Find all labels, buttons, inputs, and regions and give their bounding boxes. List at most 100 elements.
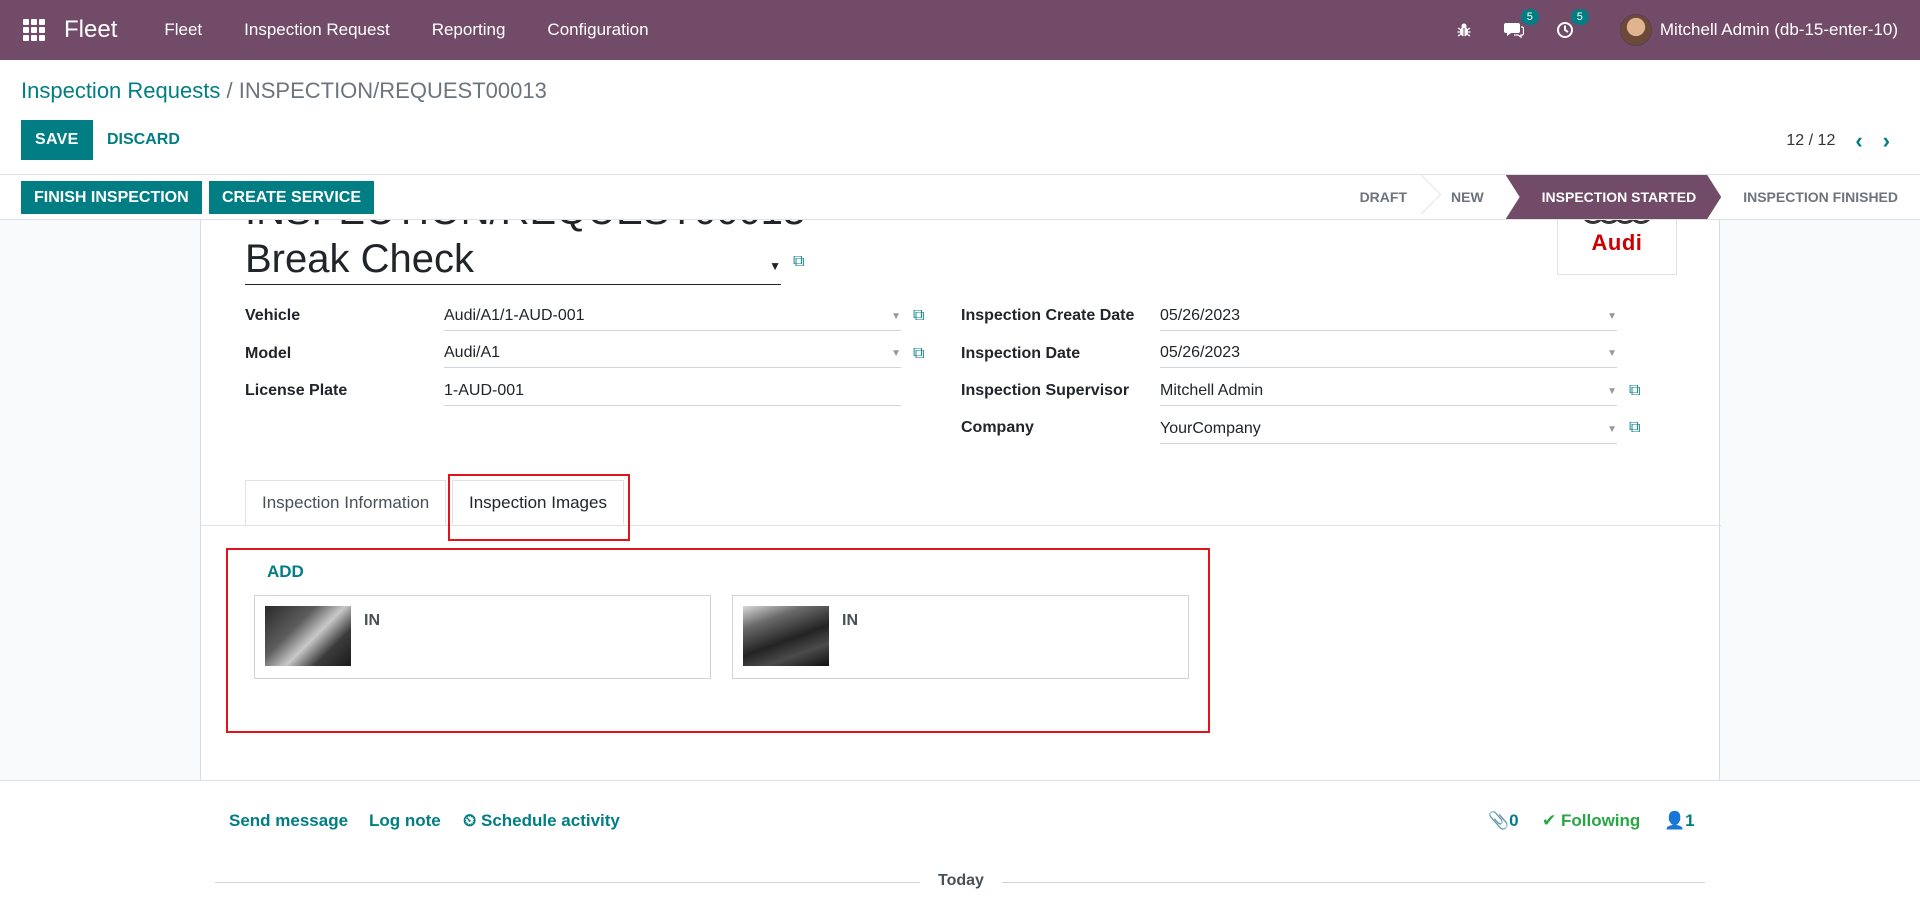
model-external-link-icon[interactable]: ⧉ — [913, 345, 924, 363]
chatter: Send message Log note ⏲ Schedule activit… — [0, 780, 1920, 897]
model-value: Audi/A1 — [444, 344, 501, 361]
log-note-button[interactable]: Log note — [369, 811, 441, 831]
model-field[interactable]: Audi/A1 ▼ — [444, 340, 901, 368]
app-grid-icon[interactable] — [22, 18, 46, 42]
inspection-create-date-label: Inspection Create Date — [961, 307, 1135, 324]
save-button[interactable]: SAVE — [21, 120, 93, 160]
tabs-divider — [201, 525, 1721, 526]
avatar — [1619, 14, 1652, 46]
send-message-button[interactable]: Send message — [229, 811, 348, 831]
messages-icon[interactable]: 5 — [1503, 9, 1539, 39]
vehicle-field[interactable]: Audi/A1/1-AUD-001 ▼ — [444, 303, 901, 331]
supervisor-external-link-icon[interactable]: ⧉ — [1629, 382, 1640, 400]
stage-draft[interactable]: DRAFT — [1338, 175, 1429, 219]
chevron-down-icon[interactable]: ▼ — [1607, 311, 1617, 322]
add-image-button[interactable]: ADD — [267, 562, 304, 582]
breadcrumb-parent[interactable]: Inspection Requests — [21, 78, 220, 103]
menu-reporting[interactable]: Reporting — [411, 20, 527, 40]
logo-text: Audi — [1591, 230, 1643, 255]
user-menu[interactable]: Mitchell Admin (db-15-enter-10) — [1619, 14, 1898, 46]
image-card[interactable]: IN — [732, 595, 1189, 679]
schedule-activity-label: Schedule activity — [481, 811, 620, 830]
image-thumbnail — [265, 606, 351, 666]
inspection-date-value: 05/26/2023 — [1160, 344, 1241, 361]
license-plate-value: 1-AUD-001 — [444, 382, 525, 399]
stage-inspection-finished[interactable]: INSPECTION FINISHED — [1721, 175, 1920, 219]
company-external-link-icon[interactable]: ⧉ — [1629, 419, 1640, 437]
vehicle-logo-image[interactable]: Audi — [1557, 220, 1677, 275]
attachments-button[interactable]: 📎0 — [1488, 811, 1519, 831]
main-menu: Fleet Inspection Request Reporting Confi… — [143, 20, 669, 40]
license-plate-field[interactable]: 1-AUD-001 — [444, 378, 901, 406]
chevron-down-icon[interactable]: ▼ — [1607, 424, 1617, 435]
vehicle-external-link-icon[interactable]: ⧉ — [913, 307, 924, 325]
inspection-date-label: Inspection Date — [961, 345, 1081, 362]
messages-badge: 5 — [1520, 9, 1539, 25]
schedule-activity-button[interactable]: ⏲ Schedule activity — [463, 811, 620, 831]
chevron-down-icon[interactable]: ▼ — [891, 311, 901, 322]
inspection-name-value: Break Check — [245, 237, 474, 281]
stage-inspection-started[interactable]: INSPECTION STARTED — [1506, 175, 1722, 219]
today-label: Today — [920, 872, 1002, 890]
inspection-supervisor-field[interactable]: Mitchell Admin ▼ — [1160, 378, 1617, 406]
following-label: Following — [1560, 811, 1641, 830]
user-icon: 👤 — [1664, 811, 1686, 830]
finish-inspection-button[interactable]: FINISH INSPECTION — [21, 181, 202, 214]
chevron-down-icon[interactable]: ▼ — [1607, 348, 1617, 359]
license-plate-label: License Plate — [245, 382, 348, 399]
chevron-down-icon[interactable]: ▼ — [1607, 386, 1617, 397]
pager-previous-icon[interactable]: ‹ — [1855, 130, 1862, 152]
top-navbar: Fleet Fleet Inspection Request Reporting… — [0, 0, 1920, 60]
image-thumbnail — [743, 606, 829, 666]
image-card[interactable]: IN — [254, 595, 711, 679]
company-label: Company — [961, 419, 1034, 436]
inspection-supervisor-label: Inspection Supervisor — [961, 382, 1130, 399]
breadcrumb-current: INSPECTION/REQUEST00013 — [238, 78, 547, 103]
chevron-down-icon[interactable]: ▼ — [891, 348, 901, 359]
discard-button[interactable]: DISCARD — [95, 120, 192, 160]
debug-bug-icon[interactable] — [1456, 22, 1472, 38]
followers-button[interactable]: 👤1 — [1664, 811, 1695, 831]
following-button[interactable]: ✔ Following — [1542, 811, 1640, 831]
paperclip-icon: 📎 — [1488, 811, 1510, 830]
model-label: Model — [245, 345, 292, 362]
image-label: IN — [364, 612, 380, 629]
image-label: IN — [842, 612, 858, 629]
attachments-count: 0 — [1509, 811, 1519, 830]
external-link-icon[interactable]: ⧉ — [793, 253, 804, 271]
app-brand[interactable]: Fleet — [64, 16, 117, 44]
checkmark-icon: ✔ — [1542, 811, 1557, 830]
tab-inspection-information[interactable]: Inspection Information — [245, 480, 447, 525]
form-sheet: INSPECTION/REQUEST00013 Break Check ▼ ⧉ … — [200, 220, 1721, 780]
vehicle-label: Vehicle — [245, 307, 301, 324]
inspection-supervisor-value: Mitchell Admin — [1160, 382, 1264, 399]
inspection-create-date-value: 05/26/2023 — [1160, 307, 1241, 324]
vehicle-value: Audi/A1/1-AUD-001 — [444, 307, 585, 324]
systray: 5 5 Mitchell Admin (db-15-enter-10) — [1440, 0, 1898, 60]
dropdown-caret-icon[interactable]: ▼ — [769, 259, 781, 273]
create-service-button[interactable]: CREATE SERVICE — [209, 181, 374, 214]
clock-icon: ⏲ — [463, 811, 477, 830]
breadcrumb: Inspection Requests / INSPECTION/REQUEST… — [21, 78, 547, 104]
activities-badge: 5 — [1570, 9, 1589, 25]
breadcrumb-separator: / — [226, 78, 233, 103]
tab-inspection-images[interactable]: Inspection Images — [452, 480, 624, 525]
menu-configuration[interactable]: Configuration — [526, 20, 669, 40]
inspection-name-field[interactable]: Break Check ▼ — [245, 237, 781, 285]
activity-clock-icon[interactable]: 5 — [1556, 9, 1589, 39]
company-value: YourCompany — [1160, 420, 1261, 437]
status-bar: FINISH INSPECTION CREATE SERVICE DRAFT N… — [0, 174, 1920, 220]
inspection-create-date-field[interactable]: 05/26/2023 ▼ — [1160, 303, 1617, 331]
form-content: INSPECTION/REQUEST00013 Break Check ▼ ⧉ … — [0, 220, 1920, 780]
pager-value[interactable]: 12 / 12 — [1786, 132, 1835, 150]
user-name: Mitchell Admin (db-15-enter-10) — [1659, 20, 1898, 39]
company-field[interactable]: YourCompany ▼ — [1160, 416, 1617, 444]
inspection-date-field[interactable]: 05/26/2023 ▼ — [1160, 340, 1617, 368]
menu-fleet[interactable]: Fleet — [143, 20, 223, 40]
audi-rings-icon — [1581, 220, 1653, 224]
stage-new[interactable]: NEW — [1429, 175, 1506, 219]
pager-next-icon[interactable]: › — [1883, 130, 1890, 152]
menu-inspection-request[interactable]: Inspection Request — [223, 20, 411, 40]
pager: 12 / 12 ‹ › — [1786, 130, 1890, 152]
followers-count: 1 — [1685, 811, 1695, 830]
